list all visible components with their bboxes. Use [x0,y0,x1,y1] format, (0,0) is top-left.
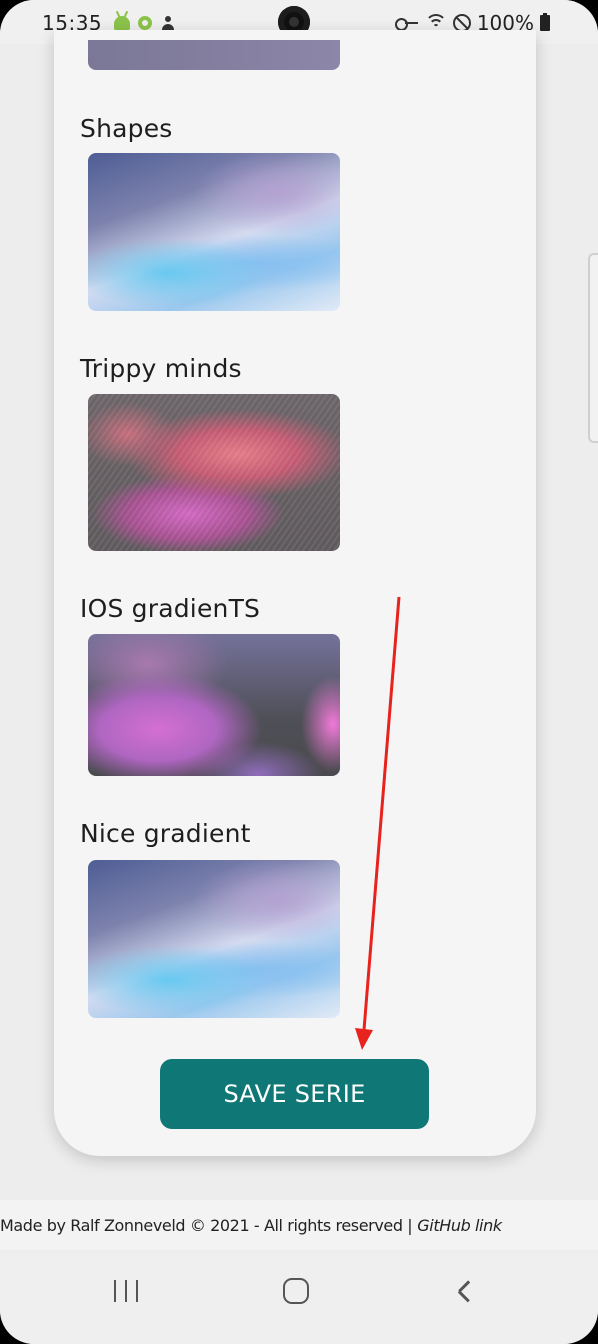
android-nav-bar [0,1252,598,1344]
android-settings-icon [138,16,153,30]
wallpaper-thumbnail-nice-gradient[interactable] [88,860,340,1018]
section-title-nice-gradient: Nice gradient [80,819,251,848]
wallpaper-thumbnail-shapes[interactable] [88,153,340,311]
vpn-key-icon [394,17,419,31]
android-icon [114,16,131,30]
footer-copyright: Made by Ralf Zonneveld © 2021 - All righ… [0,1215,413,1235]
wallpaper-thumbnail-trippy-minds[interactable] [88,394,340,551]
phone-screen: 15:35 100% Shapes Trippy minds IOS gradi… [0,0,598,1344]
section-title-trippy-minds: Trippy minds [80,354,242,383]
github-link[interactable]: GitHub link [417,1216,502,1235]
save-serie-button[interactable]: SAVE SERIE [160,1059,429,1129]
footer: Made by Ralf Zonneveld © 2021 - All righ… [0,1200,598,1250]
back-icon[interactable] [455,1280,471,1302]
page-scrollbar[interactable] [588,253,598,443]
section-title-shapes: Shapes [80,114,173,143]
section-title-ios-gradients: IOS gradienTS [80,594,261,623]
recents-icon[interactable] [114,1280,138,1302]
battery-icon [540,13,550,31]
previous-wallpaper-thumbnail[interactable] [88,40,340,70]
home-icon[interactable] [283,1278,309,1304]
person-icon [162,16,175,30]
wallpaper-thumbnail-ios-gradients[interactable] [88,634,340,776]
